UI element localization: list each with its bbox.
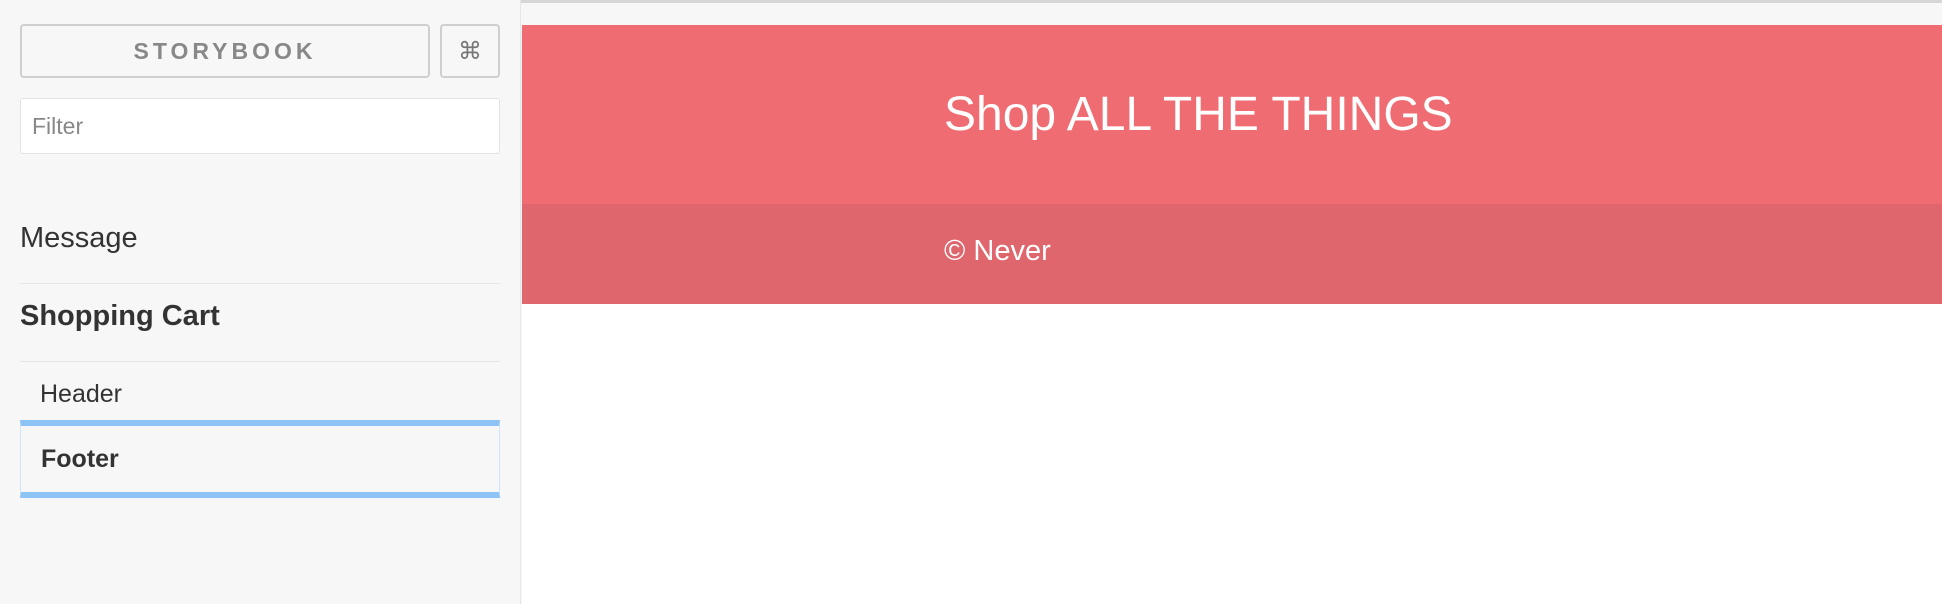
story-footer-selected[interactable]: Footer: [20, 420, 500, 498]
shop-footer: [522, 204, 1942, 304]
divider: [20, 361, 500, 362]
brand-label: STORYBOOK: [133, 37, 317, 64]
story-preview-iframe: Shop ALL THE THINGS © Never: [522, 25, 1942, 604]
shortcuts-button[interactable]: ⌘: [440, 24, 500, 78]
footer-copyright: © Never: [944, 235, 1051, 267]
divider: [20, 283, 500, 284]
story-header[interactable]: Header: [20, 380, 500, 409]
shop-header: Shop ALL THE THINGS: [522, 25, 1942, 204]
command-icon: ⌘: [458, 37, 482, 65]
filter-input[interactable]: [20, 98, 500, 154]
storybook-brand-button[interactable]: STORYBOOK: [20, 24, 430, 78]
kind-label: Shopping Cart: [20, 300, 220, 332]
storybook-sidebar: STORYBOOK ⌘ Message Shopping Cart Header…: [0, 0, 521, 604]
kind-shopping-cart[interactable]: Shopping Cart: [20, 300, 500, 333]
kind-message[interactable]: Message: [20, 222, 500, 255]
kind-label: Message: [20, 222, 138, 254]
story-label: Header: [40, 380, 122, 408]
shop-title: Shop ALL THE THINGS: [944, 88, 1453, 141]
story-label: Footer: [41, 444, 119, 473]
